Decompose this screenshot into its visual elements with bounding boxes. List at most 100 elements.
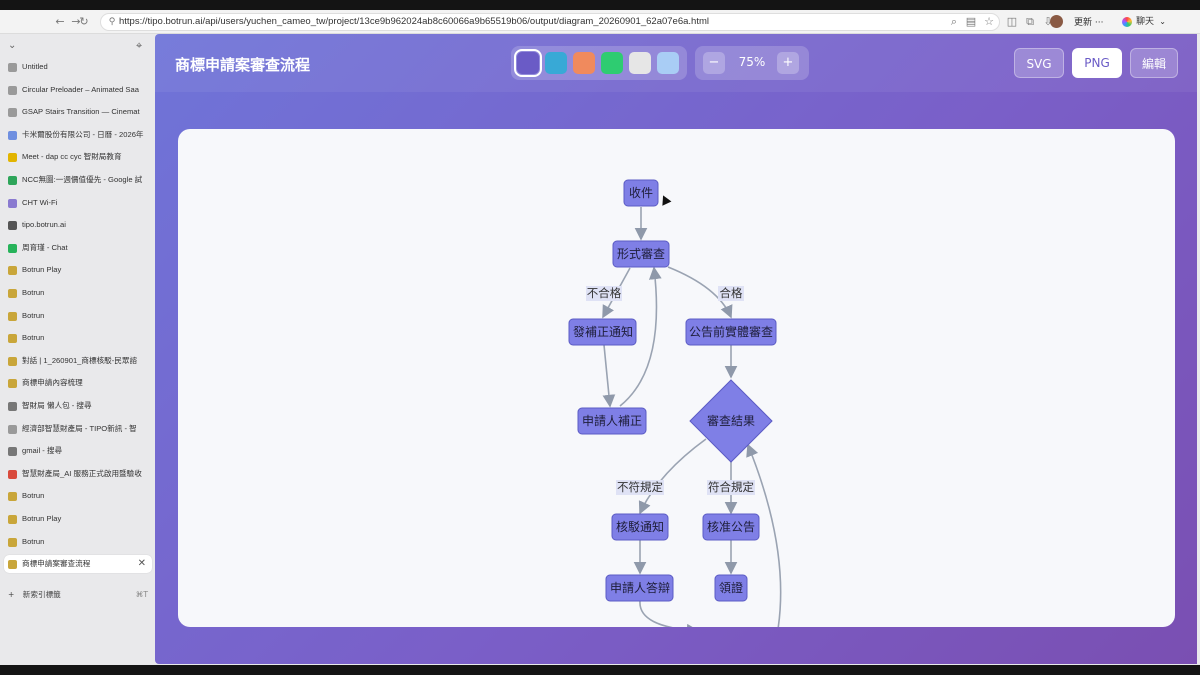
sidebar-tab[interactable]: Circular Preloader – Animated Saa — [4, 81, 152, 99]
chat-button[interactable]: 聊天 ⌄ — [1120, 13, 1170, 31]
sidebar-tab[interactable]: Untitled — [4, 58, 152, 76]
sidebar-tab[interactable]: 商標申請案審查流程 ✕ — [4, 555, 152, 574]
edit-button[interactable]: 編輯 — [1130, 48, 1178, 78]
node-reject-label: 核駁通知 — [616, 520, 664, 534]
sidebar-tab[interactable]: Botrun Play — [4, 261, 152, 279]
gmail-icon — [8, 469, 17, 479]
sidebar-tab-label: 卡米爾股份有限公司 - 日曆 - 2026年 — [22, 129, 144, 139]
extension-icon[interactable]: ⧉ — [1022, 14, 1038, 30]
page-title: 商標申請案審查流程 — [175, 56, 311, 74]
sidebar-tab[interactable]: GSAP Stairs Transition — Cinemat — [4, 103, 152, 121]
sidebar-tab[interactable]: 周育瑾 - Chat — [4, 239, 152, 257]
node-defend[interactable]: 申請人答辯 — [605, 574, 674, 602]
swatch-orange[interactable] — [573, 52, 595, 74]
pin-icon[interactable]: ⌖ — [136, 39, 142, 53]
sidebar-tab[interactable]: 智財局 懶人包 - 搜尋 — [4, 397, 152, 415]
botrun-icon — [8, 379, 17, 389]
sidebar-tab[interactable]: 商標申請內容梳理 — [4, 374, 152, 392]
sidebar-tab[interactable]: Botrun — [4, 307, 152, 325]
sidebar-tab[interactable]: CHT Wi-Fi — [4, 194, 152, 212]
edge-label-pass: 合格 — [720, 286, 743, 300]
sidebar-tab-label: tipo.botrun.ai — [22, 220, 66, 230]
edge-notice-applicant — [602, 344, 616, 408]
chat-icon — [8, 243, 17, 253]
export-png-button[interactable]: PNG — [1072, 48, 1122, 78]
node-applicant-fix[interactable]: 申請人補正 — [577, 407, 647, 435]
diagram-canvas[interactable]: 不合格 合格 不符規定 符合規定 收件 形式審查 發補正通知 公告前實體審查 申… — [178, 129, 1175, 627]
theme-swatches — [511, 46, 687, 80]
sidebar-tab[interactable]: NCC無圖:一週價值優先 - Google 試 — [4, 171, 152, 189]
sidebar-tab[interactable]: gmail - 搜尋 — [4, 442, 152, 460]
flowchart: 不合格 合格 不符規定 符合規定 收件 形式審查 發補正通知 公告前實體審查 申… — [568, 179, 782, 627]
sidebar-tab[interactable]: Botrun — [4, 329, 152, 347]
sidebar-tab-label: 對話 | 1_260901_商標核駁-民眾諮 — [22, 355, 138, 365]
swatch-purple[interactable] — [514, 49, 542, 77]
sidebar-tab[interactable]: Botrun — [4, 284, 152, 302]
swatch-gray[interactable] — [629, 52, 651, 74]
sidebar-tab[interactable]: 對話 | 1_260901_商標核駁-民眾諮 — [4, 352, 152, 370]
zoom-out-button[interactable]: − — [703, 52, 725, 74]
update-button[interactable]: 更新 ··· — [1074, 15, 1103, 28]
zoom-icon[interactable]: ⌕ — [946, 14, 962, 30]
node-formal-review[interactable]: 形式審查 — [612, 240, 670, 268]
bookmark-star-icon[interactable]: ☆ — [981, 14, 997, 30]
sidebar-tab[interactable]: 卡米爾股份有限公司 - 日曆 - 2026年 — [4, 126, 152, 144]
node-notice-fix-label: 發補正通知 — [573, 324, 633, 339]
new-tab-button[interactable]: + 新索引標籤 ⌘T — [8, 586, 150, 604]
plus-icon: + — [8, 590, 15, 599]
swatch-lightblue[interactable] — [657, 52, 679, 74]
node-receive[interactable]: 收件 — [623, 179, 659, 207]
globe-icon — [8, 108, 17, 118]
tab-sidebar: ⌄ ⌖ Untitled Circular Preloader – Animate… — [0, 34, 155, 665]
gemini-icon — [1122, 17, 1132, 27]
sidebar-tab[interactable]: Botrun — [4, 533, 152, 551]
sheet-icon — [8, 176, 17, 185]
back-icon[interactable]: ← — [52, 14, 68, 30]
swatch-green[interactable] — [601, 52, 623, 74]
collapse-chevron-icon[interactable]: ⌄ — [8, 40, 16, 51]
edge-label-fail: 不合格 — [587, 286, 622, 300]
calendar-icon — [8, 130, 17, 140]
zoom-in-button[interactable]: + — [777, 52, 799, 74]
url-text: https://tipo.botrun.ai/api/users/yuchen_… — [119, 16, 709, 27]
close-tab-icon[interactable]: ✕ — [138, 555, 146, 573]
address-bar[interactable]: ⚲ https://tipo.botrun.ai/api/users/yuche… — [100, 13, 1000, 31]
sidebar-tab-label: Botrun Play — [22, 514, 62, 523]
node-formal-label: 形式審查 — [617, 246, 665, 261]
node-approve[interactable]: 核准公告 — [702, 513, 760, 541]
sidebar-tab-label: 智財局 懶人包 - 搜尋 — [22, 401, 92, 410]
sidebar-tab-label: 商標申請內容梳理 — [22, 378, 83, 388]
node-notice-fix[interactable]: 發補正通知 — [568, 318, 637, 346]
diagram-app: 商標申請案審查流程 − 75% + SVG PNG 編輯 不合格 合格 不符規定… — [155, 34, 1197, 664]
node-reject[interactable]: 核駁通知 — [611, 513, 669, 541]
sidebar-tab[interactable]: Meet - dap cc cyc 智財局教育 — [4, 148, 152, 166]
edge-result-reject — [638, 438, 707, 515]
node-pre-review-label: 公告前實體審查 — [689, 324, 773, 339]
node-result-diamond[interactable]: 審查結果 — [689, 379, 773, 463]
sidebar-tab[interactable]: Botrun — [4, 487, 152, 505]
botrun-icon — [8, 560, 17, 570]
sidebar-tab-label: Botrun — [22, 310, 45, 320]
sidebar-tab[interactable]: tipo.botrun.ai — [4, 216, 152, 234]
sidebar-tab[interactable]: 智慧財產局_AI 服務正式啟用暨驗收 — [4, 465, 152, 483]
sidebar-tab[interactable]: 經濟部智慧財產局 - TIPO新訊 - 智 — [4, 420, 152, 438]
sidebar-tab-label: 商標申請案審查流程 — [22, 559, 91, 569]
lock-icon — [8, 221, 17, 231]
botrun-icon — [8, 515, 17, 524]
meet-icon — [8, 153, 17, 163]
browser-toolbar: ← → ↻ ⚲ https://tipo.botrun.ai/api/users… — [0, 10, 1200, 34]
node-cert-label: 領證 — [719, 580, 743, 595]
node-defend-label: 申請人答辯 — [610, 580, 670, 595]
reload-icon[interactable]: ↻ — [76, 14, 92, 30]
node-cert[interactable]: 領證 — [714, 574, 748, 602]
profile-avatar[interactable] — [1050, 15, 1063, 28]
sidebar-tab[interactable]: Botrun Play — [4, 510, 152, 528]
swatch-blue[interactable] — [545, 52, 567, 74]
site-info-icon[interactable]: ⚲ — [104, 14, 120, 30]
sidebar-tab-label: Botrun — [22, 333, 45, 343]
split-view-icon[interactable]: ◫ — [1004, 14, 1020, 30]
botrun-icon — [8, 266, 17, 276]
node-pre-review[interactable]: 公告前實體審查 — [685, 318, 777, 346]
reader-icon[interactable]: ▤ — [963, 14, 979, 30]
export-svg-button[interactable]: SVG — [1014, 48, 1064, 78]
